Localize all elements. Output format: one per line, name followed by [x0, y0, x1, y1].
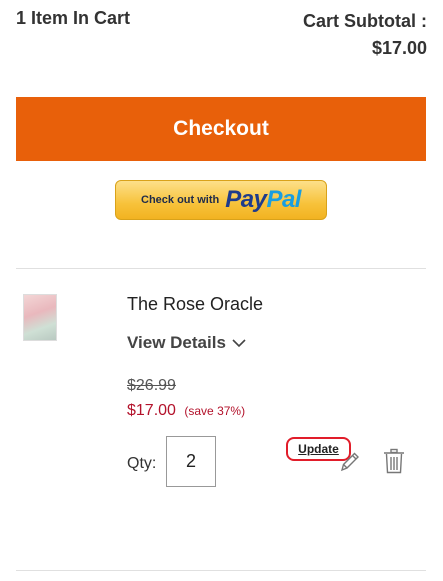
paypal-logo: PayPal	[225, 186, 301, 213]
qty-label: Qty:	[127, 455, 157, 472]
cart-subtotal: Cart Subtotal : $17.00	[303, 8, 427, 62]
original-price: $26.99	[127, 377, 176, 394]
save-percent: (save 37%)	[184, 404, 246, 418]
divider	[16, 570, 426, 571]
product-name[interactable]: The Rose Oracle	[127, 294, 263, 315]
divider	[16, 268, 426, 269]
sale-price-row: $17.00 (save 37%)	[127, 402, 245, 420]
cart-item-count: 1 Item In Cart	[16, 8, 131, 28]
chevron-down-icon	[232, 339, 246, 348]
paypal-button-text: Check out with	[141, 194, 220, 206]
view-details-label: View Details	[127, 333, 226, 352]
product-thumbnail[interactable]	[23, 294, 57, 341]
view-details-toggle[interactable]: View Details	[127, 333, 246, 353]
sale-price: $17.00	[127, 402, 176, 419]
cart-subtotal-value: $17.00	[371, 38, 427, 58]
cart-subtotal-label: Cart Subtotal :	[303, 11, 427, 31]
quantity-input[interactable]	[166, 436, 216, 487]
paypal-checkout-button[interactable]: Check out with PayPal	[115, 180, 327, 220]
trash-icon[interactable]	[383, 448, 405, 474]
checkout-button[interactable]: Checkout	[16, 97, 426, 161]
pencil-icon[interactable]	[339, 449, 361, 473]
